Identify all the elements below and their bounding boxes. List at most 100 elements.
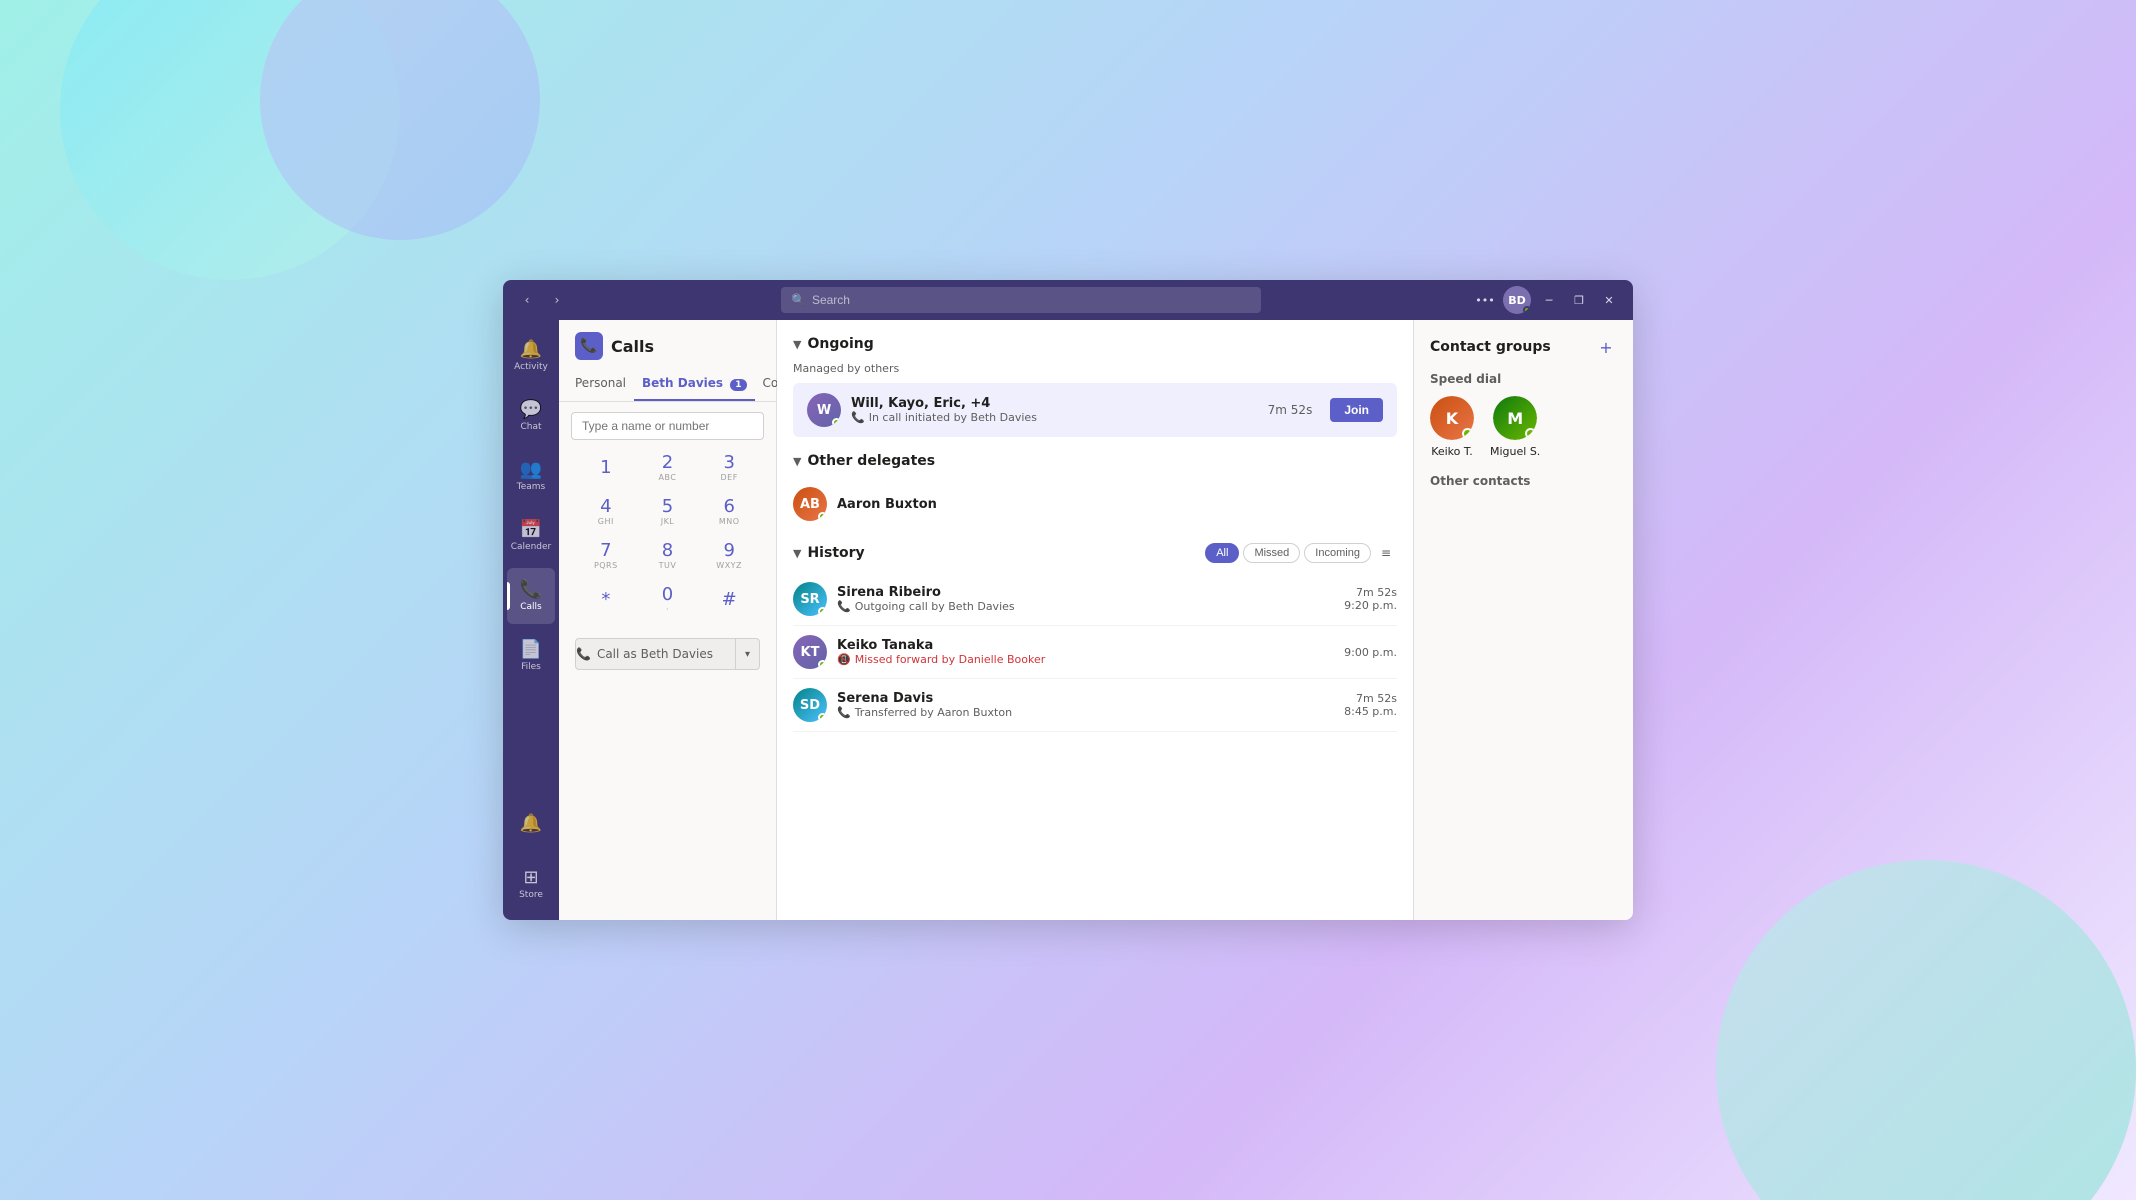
close-button[interactable]: ✕ bbox=[1597, 288, 1621, 312]
sd-avatar-miguel: M bbox=[1493, 396, 1537, 440]
filter-incoming[interactable]: Incoming bbox=[1304, 543, 1371, 563]
sidebar-item-store[interactable]: ⊞ Store bbox=[507, 856, 555, 912]
calls-header-title: Calls bbox=[611, 337, 654, 356]
history-meta-serena: 7m 52s 8:45 p.m. bbox=[1344, 692, 1397, 718]
history-name-sirena: Sirena Ribeiro bbox=[837, 585, 1334, 600]
history-sub-sirena: 📞 Outgoing call by Beth Davies bbox=[837, 600, 1334, 613]
history-avatar-keiko: KT bbox=[793, 635, 827, 669]
avatar[interactable]: BD bbox=[1503, 286, 1531, 314]
sidebar-item-calendar[interactable]: 📅 Calender bbox=[507, 508, 555, 564]
ongoing-call-names: Will, Kayo, Eric, +4 bbox=[851, 396, 1258, 411]
history-title: History bbox=[807, 545, 864, 561]
dial-key-hash[interactable]: # bbox=[698, 578, 760, 622]
speed-dial-miguel[interactable]: M Miguel S. bbox=[1490, 396, 1540, 458]
add-contact-group-button[interactable]: + bbox=[1595, 336, 1617, 358]
serena-duration: 7m 52s bbox=[1344, 692, 1397, 705]
speed-dial-grid: K Keiko T. M Miguel S. bbox=[1430, 396, 1617, 458]
sidebar-label-store: Store bbox=[519, 890, 543, 900]
dial-key-9[interactable]: 9WXYZ bbox=[698, 534, 760, 578]
sd-name-miguel: Miguel S. bbox=[1490, 445, 1540, 458]
sidebar-item-teams[interactable]: 👥 Teams bbox=[507, 448, 555, 504]
sirena-time: 9:20 p.m. bbox=[1344, 599, 1397, 612]
sidebar-item-calls[interactable]: 📞 Calls bbox=[507, 568, 555, 624]
contact-groups-title: Contact groups bbox=[1430, 339, 1551, 355]
tab-personal[interactable]: Personal bbox=[567, 368, 634, 401]
delegates-toggle[interactable]: ▼ bbox=[793, 455, 801, 468]
forward-button[interactable]: › bbox=[545, 288, 569, 312]
left-panel: 📞 Calls Personal Beth Davies 1 Contacts … bbox=[559, 320, 777, 920]
calendar-icon: 📅 bbox=[520, 521, 542, 539]
sd-dot-keiko bbox=[1462, 428, 1473, 439]
dial-key-6[interactable]: 6MNO bbox=[698, 490, 760, 534]
title-bar: ‹ › 🔍 ••• BD ─ ❐ ✕ bbox=[503, 280, 1633, 320]
sidebar-item-notifications[interactable]: 🔔 bbox=[507, 796, 555, 852]
sidebar-item-activity[interactable]: 🔔 Activity bbox=[507, 328, 555, 384]
chat-icon: 💬 bbox=[520, 401, 542, 419]
dial-key-0[interactable]: 0· bbox=[637, 578, 699, 622]
contact-groups-header: Contact groups + bbox=[1430, 336, 1617, 358]
dial-key-8[interactable]: 8TUV bbox=[637, 534, 699, 578]
delegate-presence-dot bbox=[818, 512, 827, 521]
title-bar-actions: ••• BD ─ ❐ ✕ bbox=[1473, 286, 1621, 314]
history-name-keiko: Keiko Tanaka bbox=[837, 638, 1334, 653]
history-filters: All Missed Incoming ≡ bbox=[1205, 543, 1397, 563]
history-info-keiko: Keiko Tanaka 📵 Missed forward by Daniell… bbox=[837, 638, 1334, 666]
sidebar: 🔔 Activity 💬 Chat 👥 Teams 📅 Calender 📞 C… bbox=[503, 320, 559, 920]
history-avatar-serena: SD bbox=[793, 688, 827, 722]
back-button[interactable]: ‹ bbox=[515, 288, 539, 312]
minimize-button[interactable]: ─ bbox=[1537, 288, 1561, 312]
dial-key-4[interactable]: 4GHI bbox=[575, 490, 637, 534]
history-item-sirena[interactable]: SR Sirena Ribeiro 📞 Outgoing call by Bet… bbox=[793, 573, 1397, 626]
search-icon: 🔍 bbox=[791, 293, 806, 307]
ongoing-call-duration: 7m 52s bbox=[1268, 403, 1313, 417]
filter-options-icon[interactable]: ≡ bbox=[1375, 543, 1397, 563]
ongoing-toggle[interactable]: ▼ bbox=[793, 338, 801, 351]
search-input[interactable] bbox=[812, 293, 1251, 307]
calls-icon: 📞 bbox=[520, 581, 542, 599]
tab-beth-label: Beth Davies bbox=[642, 376, 723, 390]
more-button[interactable]: ••• bbox=[1473, 288, 1497, 312]
call-button-wrap: 📞 Call as Beth Davies ▾ bbox=[559, 626, 776, 682]
dial-key-5[interactable]: 5JKL bbox=[637, 490, 699, 534]
filter-missed[interactable]: Missed bbox=[1243, 543, 1300, 563]
history-toggle[interactable]: ▼ bbox=[793, 547, 801, 560]
dial-key-7[interactable]: 7PQRS bbox=[575, 534, 637, 578]
delegate-item-aaron[interactable]: AB Aaron Buxton bbox=[793, 479, 1397, 529]
notifications-icon: 🔔 bbox=[520, 815, 542, 833]
history-sub-keiko: 📵 Missed forward by Danielle Booker bbox=[837, 653, 1334, 666]
sidebar-item-files[interactable]: 📄 Files bbox=[507, 628, 555, 684]
teams-icon: 👥 bbox=[520, 461, 542, 479]
sidebar-item-chat[interactable]: 💬 Chat bbox=[507, 388, 555, 444]
name-number-input[interactable] bbox=[571, 412, 764, 440]
ongoing-presence-dot bbox=[832, 418, 841, 427]
app-body: 🔔 Activity 💬 Chat 👥 Teams 📅 Calender 📞 C… bbox=[503, 320, 1633, 920]
sd-avatar-keiko: K bbox=[1430, 396, 1474, 440]
ongoing-call-card[interactable]: W Will, Kayo, Eric, +4 📞 In call initiat… bbox=[793, 383, 1397, 437]
app-window: ‹ › 🔍 ••• BD ─ ❐ ✕ 🔔 Activity 💬 bbox=[503, 280, 1633, 920]
history-item-serena[interactable]: SD Serena Davis 📞 Transferred by Aaron B… bbox=[793, 679, 1397, 732]
sd-name-keiko: Keiko T. bbox=[1431, 445, 1473, 458]
dial-key-2[interactable]: 2ABC bbox=[637, 446, 699, 490]
delegate-name-aaron: Aaron Buxton bbox=[837, 497, 937, 512]
sd-dot-miguel bbox=[1525, 428, 1536, 439]
right-panel: Contact groups + Speed dial K Keiko T. M bbox=[1413, 320, 1633, 920]
history-avatar-sirena: SR bbox=[793, 582, 827, 616]
dial-key-3[interactable]: 3DEF bbox=[698, 446, 760, 490]
dial-key-1[interactable]: 1 bbox=[575, 446, 637, 490]
join-button[interactable]: Join bbox=[1330, 398, 1383, 422]
call-as-dropdown-arrow[interactable]: ▾ bbox=[735, 639, 759, 669]
ongoing-call-sub: 📞 In call initiated by Beth Davies bbox=[851, 411, 1258, 424]
tab-beth[interactable]: Beth Davies 1 bbox=[634, 368, 754, 401]
call-as-button[interactable]: 📞 Call as Beth Davies ▾ bbox=[575, 638, 760, 670]
sidebar-label-activity: Activity bbox=[514, 362, 548, 372]
maximize-button[interactable]: ❐ bbox=[1567, 288, 1591, 312]
search-bar[interactable]: 🔍 bbox=[781, 287, 1261, 313]
dial-key-star[interactable]: * bbox=[575, 578, 637, 622]
history-item-keiko[interactable]: KT Keiko Tanaka 📵 Missed forward by Dani… bbox=[793, 626, 1397, 679]
dialpad: 1 2ABC 3DEF 4GHI 5JKL 6MNO 7PQRS 8TUV 9W… bbox=[559, 446, 776, 622]
filter-all[interactable]: All bbox=[1205, 543, 1239, 563]
presence-dot bbox=[1523, 306, 1531, 314]
history-info-serena: Serena Davis 📞 Transferred by Aaron Buxt… bbox=[837, 691, 1334, 719]
speed-dial-keiko[interactable]: K Keiko T. bbox=[1430, 396, 1474, 458]
other-delegates-header: ▼ Other delegates bbox=[793, 453, 1397, 469]
